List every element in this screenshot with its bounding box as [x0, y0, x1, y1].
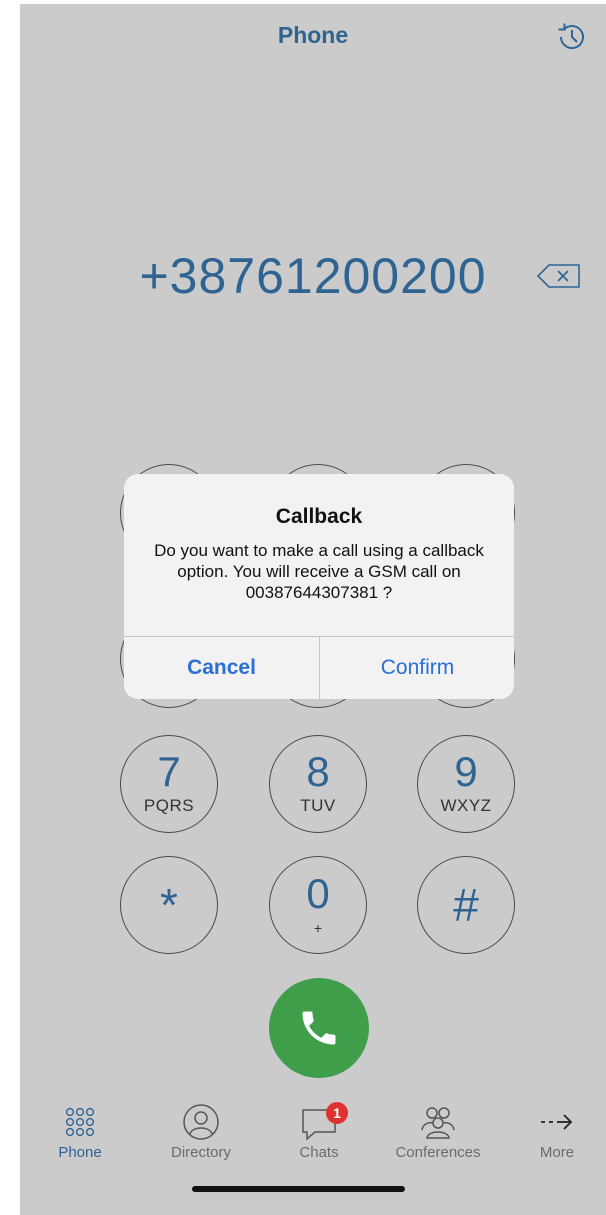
- tab-label: Chats: [299, 1144, 339, 1161]
- key-digit: 0: [306, 870, 330, 917]
- backspace-button[interactable]: [535, 262, 583, 290]
- call-history-button[interactable]: [555, 20, 589, 54]
- backspace-icon: [536, 264, 580, 288]
- confirm-button[interactable]: Confirm: [320, 637, 514, 699]
- tab-label: Phone: [58, 1144, 102, 1161]
- key-digit: #: [453, 879, 479, 931]
- tab-conferences[interactable]: Conferences: [383, 1100, 493, 1161]
- home-indicator[interactable]: [192, 1186, 405, 1192]
- keypad-key-7[interactable]: 7 PQRS: [120, 735, 218, 833]
- key-letters: WXYZ: [440, 796, 492, 815]
- callback-dialog: Callback Do you want to make a call usin…: [124, 474, 514, 699]
- keypad-grid-icon: [65, 1107, 95, 1137]
- tab-phone[interactable]: Phone: [25, 1100, 135, 1161]
- key-digit: *: [160, 879, 178, 931]
- key-digit: 8: [306, 748, 330, 795]
- keypad-key-8[interactable]: 8 TUV: [269, 735, 367, 833]
- tab-label: Conferences: [395, 1144, 481, 1161]
- key-letters: +: [313, 920, 323, 936]
- tab-chats[interactable]: 1 Chats: [264, 1100, 374, 1161]
- tab-directory[interactable]: Directory: [146, 1100, 256, 1161]
- dialog-title: Callback: [275, 505, 363, 528]
- page-title: Phone: [277, 22, 349, 48]
- tab-more[interactable]: More: [502, 1100, 606, 1161]
- key-digit: 7: [157, 748, 181, 795]
- phone-screen: Phone +38761200200 7 PQRS 8 TUV 9 WXYZ *…: [20, 4, 606, 1215]
- call-button[interactable]: [269, 978, 369, 1078]
- dialog-message: Do you want to make a call using a callb…: [154, 541, 484, 602]
- phone-handset-icon: [302, 1011, 336, 1045]
- key-letters: TUV: [300, 796, 336, 815]
- unread-badge: 1: [326, 1102, 348, 1124]
- tab-label: More: [539, 1144, 575, 1161]
- keypad-key-9[interactable]: 9 WXYZ: [417, 735, 515, 833]
- tab-label: Directory: [170, 1144, 231, 1161]
- group-icon: [421, 1107, 455, 1139]
- keypad-key-star[interactable]: *: [120, 856, 218, 954]
- keypad-key-0[interactable]: 0 +: [269, 856, 367, 954]
- dialed-number: +38761200200: [139, 248, 487, 304]
- tab-bar: Phone Directory 1 Chats Conferences More: [20, 1100, 606, 1180]
- cancel-button[interactable]: Cancel: [124, 637, 319, 699]
- clock-history-icon: [558, 23, 584, 50]
- arrow-right-icon: [541, 1114, 573, 1130]
- key-letters: PQRS: [143, 796, 195, 815]
- keypad-key-hash[interactable]: #: [417, 856, 515, 954]
- person-icon: [183, 1104, 219, 1140]
- key-digit: 9: [454, 748, 478, 795]
